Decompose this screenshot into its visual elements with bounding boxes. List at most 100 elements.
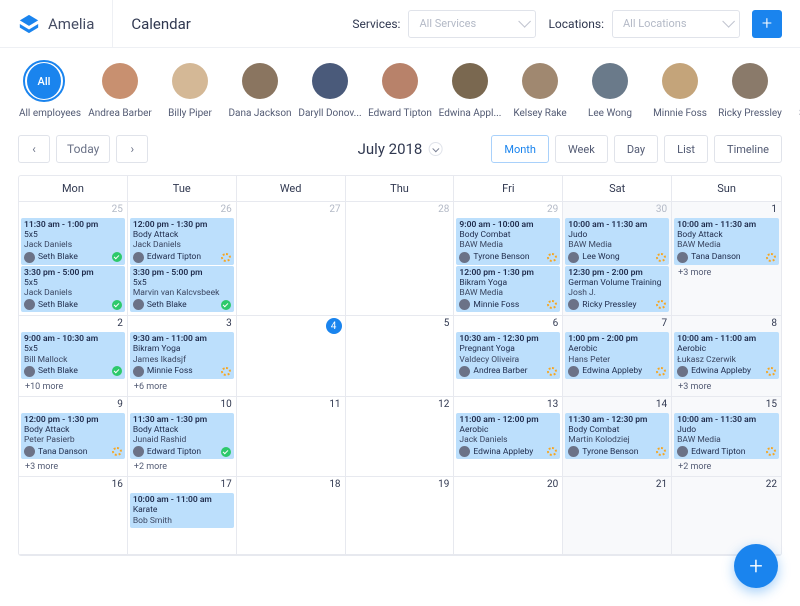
calendar-day[interactable]: 22 — [672, 477, 781, 555]
staff-avatar — [677, 366, 688, 377]
calendar-day[interactable]: 1311:00 am - 12:00 pmAerobicJack Daniels… — [454, 397, 563, 478]
calendar-day[interactable]: 18 — [237, 477, 346, 555]
employee-item[interactable]: Edward Tipton — [368, 60, 432, 119]
calendar-day[interactable]: 299:00 am - 10:00 amBody CombatBAW Media… — [454, 202, 563, 316]
view-month[interactable]: Month — [491, 135, 549, 163]
calendar-day[interactable]: 3010:00 am - 11:30 amJudoBAW MediaLee Wo… — [563, 202, 672, 316]
period-title[interactable]: July 2018 — [358, 140, 443, 158]
employee-item[interactable]: Lee Wong — [578, 60, 642, 119]
calendar-event[interactable]: 10:00 am - 11:30 amJudoBAW MediaLee Wong — [565, 218, 669, 265]
prev-button[interactable]: ‹ — [18, 135, 50, 163]
calendar-day[interactable]: 4 — [237, 316, 346, 397]
services-select[interactable]: All Services — [408, 10, 536, 38]
services-placeholder: All Services — [419, 17, 476, 30]
calendar-day[interactable]: 1411:30 am - 12:30 pmBody CombatMartin K… — [563, 397, 672, 478]
calendar-day[interactable]: 12 — [346, 397, 455, 478]
calendar-event[interactable]: 11:30 am - 12:30 pmBody CombatMartin Kol… — [565, 413, 669, 460]
dow-header: Sat — [563, 176, 672, 201]
calendar-event[interactable]: 3:30 pm - 5:00 pm5x5Marvin van Kalcvsbee… — [130, 266, 234, 313]
calendar-day[interactable]: 16 — [19, 477, 128, 555]
calendar-event[interactable]: 10:00 am - 11:30 amJudoBAW MediaEdward T… — [674, 413, 779, 460]
employee-item[interactable]: Dana Jackson — [228, 60, 292, 119]
locations-select[interactable]: All Locations — [612, 10, 740, 38]
calendar-day[interactable]: 810:00 am - 11:00 amAerobicŁukasz Czerwi… — [672, 316, 781, 397]
calendar-event[interactable]: 12:00 pm - 1:30 pmBody AttackPeter Pasie… — [21, 413, 125, 460]
calendar-event[interactable]: 11:00 am - 12:00 pmAerobicJack DanielsEd… — [456, 413, 560, 460]
calendar-day[interactable]: 1710:00 am - 11:00 amKarateBob Smith — [128, 477, 237, 555]
staff-avatar — [24, 446, 35, 457]
employee-item[interactable]: Ricky Pressley — [718, 60, 782, 119]
calendar-day[interactable]: 912:00 pm - 1:30 pmBody AttackPeter Pasi… — [19, 397, 128, 478]
employee-all[interactable]: AllAll employees — [18, 60, 82, 119]
calendar-day[interactable]: 28 — [346, 202, 455, 316]
calendar-event[interactable]: 11:30 am - 1:30 pmBody AttackJunaid Rash… — [130, 413, 234, 460]
view-day[interactable]: Day — [614, 135, 658, 163]
calendar-event[interactable]: 3:30 pm - 5:00 pm5x5Jack DanielsSeth Bla… — [21, 266, 125, 313]
calendar-day[interactable]: 29:00 am - 10:30 am5x5Bill MallockSeth B… — [19, 316, 128, 397]
view-list[interactable]: List — [664, 135, 708, 163]
event-staff: Tana Danson — [38, 447, 109, 457]
calendar-day[interactable]: 1011:30 am - 1:30 pmBody AttackJunaid Ra… — [128, 397, 237, 478]
employee-item[interactable]: Seth Blak — [788, 60, 800, 119]
status-pending-icon — [766, 253, 776, 262]
calendar-event[interactable]: 10:30 am - 12:30 pmPregnant YogaValdecy … — [456, 332, 560, 379]
more-events-link[interactable]: +2 more — [130, 460, 234, 474]
logo[interactable]: Amelia — [18, 0, 113, 47]
calendar-weeks: 2511:30 am - 1:00 pm5x5Jack DanielsSeth … — [19, 202, 781, 555]
event-customer: Marvin van Kalcvsbeek — [133, 288, 231, 298]
view-timeline[interactable]: Timeline — [714, 135, 782, 163]
event-title: Body Attack — [677, 230, 776, 240]
calendar-day[interactable]: 11 — [237, 397, 346, 478]
calendar-event[interactable]: 11:30 am - 1:00 pm5x5Jack DanielsSeth Bl… — [21, 218, 125, 265]
calendar-event[interactable]: 12:30 pm - 2:00 pmGerman Volume Training… — [565, 266, 669, 313]
calendar-event[interactable]: 12:00 pm - 1:30 pmBody AttackJack Daniel… — [130, 218, 234, 265]
avatar — [662, 63, 698, 99]
day-number: 21 — [656, 479, 667, 490]
more-events-link[interactable]: +6 more — [130, 380, 234, 394]
employee-item[interactable]: Daryll Donov... — [298, 60, 362, 119]
calendar-day[interactable]: 2511:30 am - 1:00 pm5x5Jack DanielsSeth … — [19, 202, 128, 316]
calendar-event[interactable]: 12:00 pm - 1:30 pmBikram YogaBAW MediaMi… — [456, 266, 560, 313]
event-title: Body Attack — [133, 230, 231, 240]
calendar-day[interactable]: 27 — [237, 202, 346, 316]
calendar-day[interactable]: 19 — [346, 477, 455, 555]
more-events-link[interactable]: +10 more — [21, 380, 125, 394]
calendar-day[interactable]: 2612:00 pm - 1:30 pmBody AttackJack Dani… — [128, 202, 237, 316]
employee-item[interactable]: Edwina Appl... — [438, 60, 502, 119]
calendar-day[interactable]: 71:00 pm - 2:00 pmAerobicHans PeterEdwin… — [563, 316, 672, 397]
more-events-link[interactable]: +3 more — [674, 380, 779, 394]
calendar-day[interactable]: 21 — [563, 477, 672, 555]
employee-item[interactable]: Minnie Foss — [648, 60, 712, 119]
employee-name: Daryll Donov... — [298, 108, 362, 119]
employee-item[interactable]: Billy Piper — [158, 60, 222, 119]
status-approved-icon — [112, 252, 122, 262]
employee-item[interactable]: Kelsey Rake — [508, 60, 572, 119]
calendar-event[interactable]: 9:00 am - 10:30 am5x5Bill MallockSeth Bl… — [21, 332, 125, 379]
add-button[interactable]: + — [752, 10, 782, 38]
more-events-link[interactable]: +2 more — [674, 460, 779, 474]
calendar-day[interactable]: 5 — [346, 316, 455, 397]
calendar-day[interactable]: 39:30 am - 11:00 amBikram YogaJames Ikad… — [128, 316, 237, 397]
event-staff: Tana Danson — [691, 252, 763, 262]
calendar-event[interactable]: 9:00 am - 10:00 amBody CombatBAW MediaTy… — [456, 218, 560, 265]
next-button[interactable]: › — [116, 135, 148, 163]
event-title: Pregnant Yoga — [459, 344, 557, 354]
calendar-event[interactable]: 10:00 am - 11:00 amKarateBob Smith — [130, 493, 234, 528]
today-button[interactable]: Today — [56, 135, 110, 163]
calendar-event[interactable]: 10:00 am - 11:00 amAerobicŁukasz Czerwik… — [674, 332, 779, 379]
status-pending-icon — [766, 447, 776, 456]
employee-item[interactable]: Andrea Barber — [88, 60, 152, 119]
calendar-day[interactable]: 1510:00 am - 11:30 amJudoBAW MediaEdward… — [672, 397, 781, 478]
calendar-day[interactable]: 110:00 am - 11:30 amBody AttackBAW Media… — [672, 202, 781, 316]
view-week[interactable]: Week — [555, 135, 608, 163]
calendar-event[interactable]: 1:00 pm - 2:00 pmAerobicHans PeterEdwina… — [565, 332, 669, 379]
calendar-day[interactable]: 20 — [454, 477, 563, 555]
fab-add-button[interactable]: + — [734, 544, 778, 588]
calendar-event[interactable]: 9:30 am - 11:00 amBikram YogaJames Ikads… — [130, 332, 234, 379]
staff-avatar — [568, 366, 579, 377]
more-events-link[interactable]: +3 more — [21, 460, 125, 474]
more-events-link[interactable]: +3 more — [674, 266, 779, 280]
calendar-event[interactable]: 10:00 am - 11:30 amBody AttackBAW MediaT… — [674, 218, 779, 265]
dow-header: Fri — [454, 176, 563, 201]
calendar-day[interactable]: 610:30 am - 12:30 pmPregnant YogaValdecy… — [454, 316, 563, 397]
